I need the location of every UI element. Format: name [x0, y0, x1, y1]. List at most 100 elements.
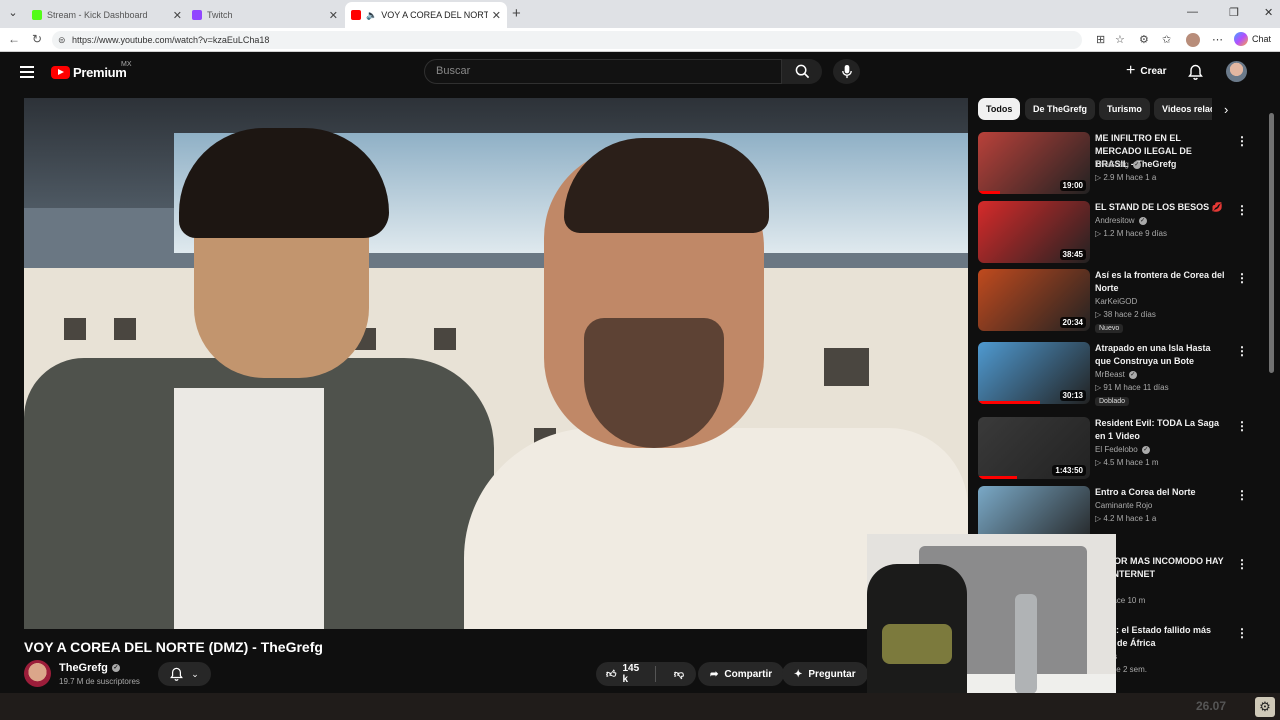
create-button[interactable]: + Crear — [1126, 62, 1166, 80]
taskbar-clock: 26.07 — [1196, 699, 1227, 713]
more-actions-icon[interactable]: ⋮ — [1236, 344, 1248, 358]
verified-icon: ✓ — [1138, 216, 1147, 225]
tab-youtube[interactable]: 🔈 VOY A COREA DEL NORTE (DMZ ✕ — [345, 2, 507, 28]
recommendation-channel[interactable]: Andresitow ✓ — [1095, 216, 1147, 225]
recommendation-title[interactable]: Atrapado en una Isla Hasta que Construya… — [1095, 342, 1227, 368]
recommendation-channel[interactable]: MrBeast ✓ — [1095, 370, 1137, 379]
recommendation-meta: ▷ 38 hace 2 días — [1095, 310, 1156, 319]
video-thumbnail[interactable]: 1:43:50 — [978, 417, 1090, 479]
video-player[interactable] — [24, 98, 968, 629]
gear-icon[interactable]: ⚙ — [1255, 697, 1275, 717]
like-button[interactable]: 👍︎ 145 k — [596, 663, 656, 685]
search-button[interactable] — [782, 59, 822, 84]
recommendation-channel[interactable]: Caminante Rojo — [1095, 501, 1152, 510]
more-actions-icon[interactable]: ⋮ — [1236, 203, 1248, 217]
subscriber-count: 19.7 M de suscriptores — [59, 677, 140, 686]
recommendation-item[interactable]: 1:43:50 Resident Evil: TODA La Saga en 1 … — [978, 417, 1258, 481]
recommendation-title[interactable]: Entro a Corea del Norte — [1095, 486, 1227, 499]
recommendation-item[interactable]: 30:13 Atrapado en una Isla Hasta que Cons… — [978, 342, 1258, 406]
channel-avatar[interactable] — [24, 660, 51, 687]
video-thumbnail[interactable]: 38:45 — [978, 201, 1090, 263]
recommendation-title[interactable]: Resident Evil: TODA La Saga en 1 Video — [1095, 417, 1227, 443]
close-window-icon[interactable]: ✕ — [1264, 6, 1273, 19]
create-label: Crear — [1140, 65, 1167, 77]
minimize-icon[interactable]: — — [1187, 6, 1198, 18]
close-tab-icon[interactable]: ✕ — [492, 9, 501, 22]
video-thumbnail[interactable]: 30:13 — [978, 342, 1090, 404]
favorite-star-icon[interactable]: ☆ — [1115, 33, 1125, 46]
verified-icon: ✓ — [1132, 160, 1141, 169]
share-label: Compartir — [724, 668, 773, 680]
speaker-icon[interactable]: 🔈 — [366, 10, 377, 21]
url-field[interactable]: ⊜ https://www.youtube.com/watch?v=kzaEuL… — [52, 31, 1082, 49]
taskbar: 26.07 ⚙ — [0, 693, 1280, 720]
more-actions-icon[interactable]: ⋮ — [1236, 271, 1248, 285]
channel-name-text: El Fedelobo — [1095, 445, 1138, 454]
person-left-shirt — [174, 388, 324, 629]
recommendation-channel[interactable]: El Fedelobo ✓ — [1095, 445, 1150, 454]
refresh-icon[interactable]: ↻ — [32, 32, 42, 46]
site-info-icon[interactable]: ⊜ — [58, 31, 66, 49]
subscription-notifications-button[interactable]: ⌄ — [158, 662, 211, 686]
close-tab-icon[interactable]: ✕ — [173, 9, 182, 22]
more-actions-icon[interactable]: ⋮ — [1236, 488, 1248, 502]
chip-todos[interactable]: Todos — [978, 98, 1021, 120]
chevron-right-icon[interactable]: › — [1224, 102, 1228, 117]
chip-videos-relacionados[interactable]: Videos relacionados — [1154, 98, 1212, 120]
recommendation-item[interactable]: 38:45 EL STAND DE LOS BESOS 💋 Andresitow ✓ ▷… — [978, 201, 1258, 265]
duration-badge: 30:13 — [1059, 390, 1086, 401]
recommendation-channel[interactable]: KarKeiGOD — [1095, 297, 1137, 306]
more-menu-icon[interactable]: ⋯ — [1212, 33, 1223, 46]
recommendation-channel[interactable]: TheGrefg ✓ — [1095, 160, 1141, 169]
webcam-chair-panel — [882, 624, 952, 664]
account-avatar[interactable] — [1226, 61, 1247, 82]
tab-kick[interactable]: Stream - Kick Dashboard ✕ — [26, 2, 188, 28]
hamburger-menu-icon[interactable] — [20, 66, 34, 78]
more-actions-icon[interactable]: ⋮ — [1236, 419, 1248, 433]
maximize-icon[interactable]: ❐ — [1229, 6, 1239, 19]
recommendation-meta: ▷ 91 M hace 11 días — [1095, 383, 1169, 392]
more-actions-icon[interactable]: ⋮ — [1236, 557, 1248, 571]
youtube-favicon-icon — [351, 10, 361, 20]
bell-icon — [170, 667, 184, 681]
tab-twitch[interactable]: Twitch ✕ — [186, 2, 344, 28]
recommendation-item[interactable]: 19:00 ME INFILTRO EN EL MERCADO ILEGAL DE… — [978, 132, 1258, 196]
ask-button[interactable]: ✦ Preguntar — [782, 662, 868, 686]
copilot-chat-button[interactable]: Chat — [1234, 32, 1271, 46]
search-input[interactable]: Buscar — [424, 59, 782, 84]
voice-search-button[interactable] — [833, 59, 860, 84]
recommendation-title[interactable]: Así es la frontera de Corea del Norte — [1095, 269, 1227, 295]
back-icon[interactable]: ← — [8, 32, 20, 46]
twitch-favicon-icon — [192, 10, 202, 20]
close-tab-icon[interactable]: ✕ — [329, 9, 338, 22]
browser-tab-strip: ⌄ Stream - Kick Dashboard ✕ Twitch ✕ 🔈 V… — [0, 0, 1280, 28]
country-code: MX — [121, 61, 132, 68]
split-screen-icon[interactable]: ⊞ — [1096, 33, 1105, 46]
recommendation-title[interactable]: EL STAND DE LOS BESOS 💋 — [1095, 201, 1227, 214]
profile-avatar-icon[interactable] — [1186, 33, 1200, 47]
tab-actions-menu-icon[interactable]: ⌄ — [4, 4, 22, 22]
chip-de-thegrefg[interactable]: De TheGrefg — [1025, 98, 1096, 120]
page-scrollbar[interactable] — [1269, 113, 1274, 373]
video-thumbnail[interactable]: 20:34 — [978, 269, 1090, 331]
video-thumbnail[interactable]: 19:00 — [978, 132, 1090, 194]
share-button[interactable]: ➦ Compartir — [698, 662, 785, 686]
chip-turismo[interactable]: Turismo — [1099, 98, 1150, 120]
thumbs-down-icon: 👎︎ — [673, 669, 684, 680]
channel-name[interactable]: TheGrefg ✓ — [59, 662, 120, 674]
recommendation-meta: ▷ 4.5 M hace 1 m — [1095, 458, 1159, 467]
extensions-icon[interactable]: ⚙ — [1139, 33, 1149, 46]
microphone-icon — [841, 64, 852, 79]
more-actions-icon[interactable]: ⋮ — [1236, 134, 1248, 148]
like-count: 145 k — [622, 663, 640, 685]
youtube-play-logo-icon — [51, 66, 70, 79]
more-actions-icon[interactable]: ⋮ — [1236, 626, 1248, 640]
favorites-icon[interactable]: ✩ — [1162, 33, 1171, 46]
dislike-button[interactable]: 👎︎ — [662, 668, 696, 680]
notifications-button[interactable] — [1188, 64, 1203, 85]
new-tab-icon[interactable]: + — [512, 5, 521, 22]
recommendation-meta: ▷ 2.9 M hace 1 a — [1095, 173, 1157, 182]
youtube-premium-logo[interactable]: Premium MX — [51, 61, 132, 80]
recommendation-item[interactable]: 20:34 Así es la frontera de Corea del Nor… — [978, 269, 1258, 333]
bell-icon — [1188, 64, 1203, 80]
